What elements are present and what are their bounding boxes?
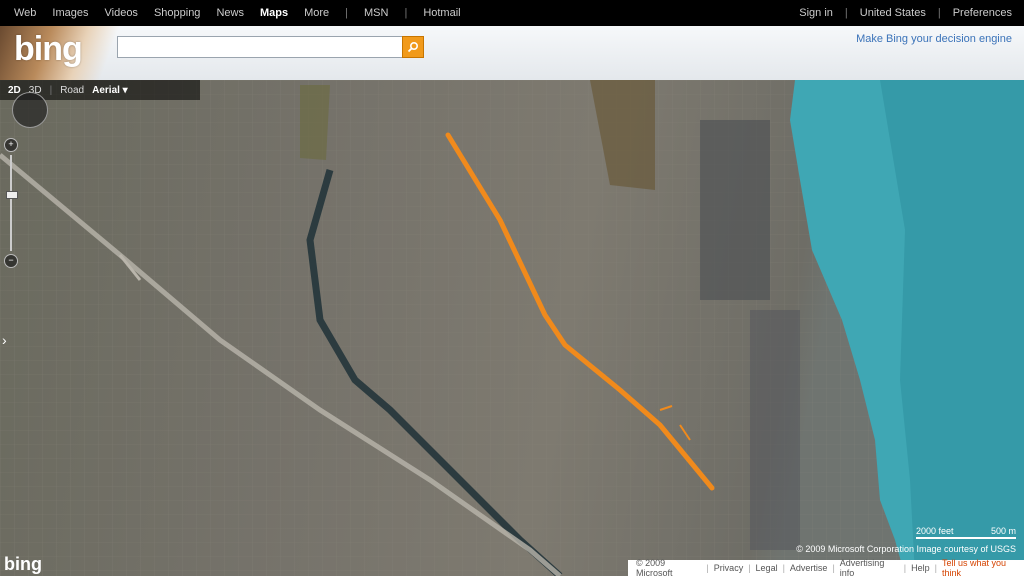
road-view-button[interactable]: Road [60, 85, 84, 96]
nav-images[interactable]: Images [52, 7, 88, 19]
footer-links: © 2009 Microsoft | Privacy | Legal | Adv… [628, 558, 1024, 576]
nav-news[interactable]: News [216, 7, 244, 19]
search-button[interactable] [402, 36, 424, 58]
nav-more[interactable]: More [304, 7, 329, 19]
bing-logo[interactable]: bing [14, 30, 83, 69]
zoom-slider-track[interactable] [6, 155, 18, 251]
nav-msn[interactable]: MSN [364, 7, 388, 19]
search-input[interactable] [117, 36, 410, 58]
top-navigation: Web Images Videos Shopping News Maps Mor… [0, 0, 1024, 26]
nav-separator: | [404, 7, 408, 19]
nav-maps[interactable]: Maps [260, 7, 288, 19]
toolbar-separator: | [49, 84, 53, 96]
scale-line [916, 537, 1016, 539]
zoom-out-button[interactable]: − [4, 254, 18, 268]
map-scale: 2000 feet 500 m [916, 526, 1016, 540]
help-link[interactable]: Help [911, 563, 930, 573]
park-area [300, 85, 330, 160]
nav-hotmail[interactable]: Hotmail [423, 7, 460, 19]
scale-meters: 500 m [990, 526, 1016, 536]
advertising-info-link[interactable]: Advertising info [840, 558, 899, 576]
footer-copyright: © 2009 Microsoft [636, 558, 673, 576]
preferences-link[interactable]: Preferences [953, 7, 1012, 19]
expand-panel-icon[interactable]: › [2, 332, 7, 348]
nav-web[interactable]: Web [14, 7, 36, 19]
nav-shopping[interactable]: Shopping [154, 7, 201, 19]
region-link[interactable]: United States [860, 7, 926, 19]
sign-in-link[interactable]: Sign in [799, 7, 833, 19]
scale-feet: 2000 feet [916, 526, 954, 536]
bing-map-logo: bing [4, 554, 42, 574]
feedback-link[interactable]: Tell us what you think [942, 558, 1024, 576]
zoom-in-button[interactable]: + [4, 138, 18, 152]
tagline-link[interactable]: Make Bing your decision engine [856, 33, 1012, 45]
nav-separator: | [937, 7, 941, 19]
zoom-slider-thumb[interactable] [6, 191, 18, 199]
map-copyright: © 2009 Microsoft Corporation Image court… [796, 544, 1016, 554]
pan-control[interactable] [12, 92, 48, 128]
nav-separator: | [345, 7, 348, 19]
search-header: bing Make Bing your decision engine [0, 26, 1024, 81]
map-imagery [0, 80, 1024, 576]
nav-separator: | [844, 7, 848, 19]
zoom-control: + − [4, 138, 18, 268]
privacy-link[interactable]: Privacy [714, 563, 744, 573]
legal-link[interactable]: Legal [756, 563, 778, 573]
aerial-map[interactable]: 2D 3D | Road Aerial ▾ + − › 2000 feet 50… [0, 80, 1024, 576]
aerial-view-dropdown[interactable]: Aerial ▾ [92, 85, 128, 96]
view-2d-button[interactable]: 2D [8, 85, 21, 96]
nav-videos[interactable]: Videos [105, 7, 138, 19]
advertise-link[interactable]: Advertise [790, 563, 828, 573]
search-icon [407, 41, 419, 53]
